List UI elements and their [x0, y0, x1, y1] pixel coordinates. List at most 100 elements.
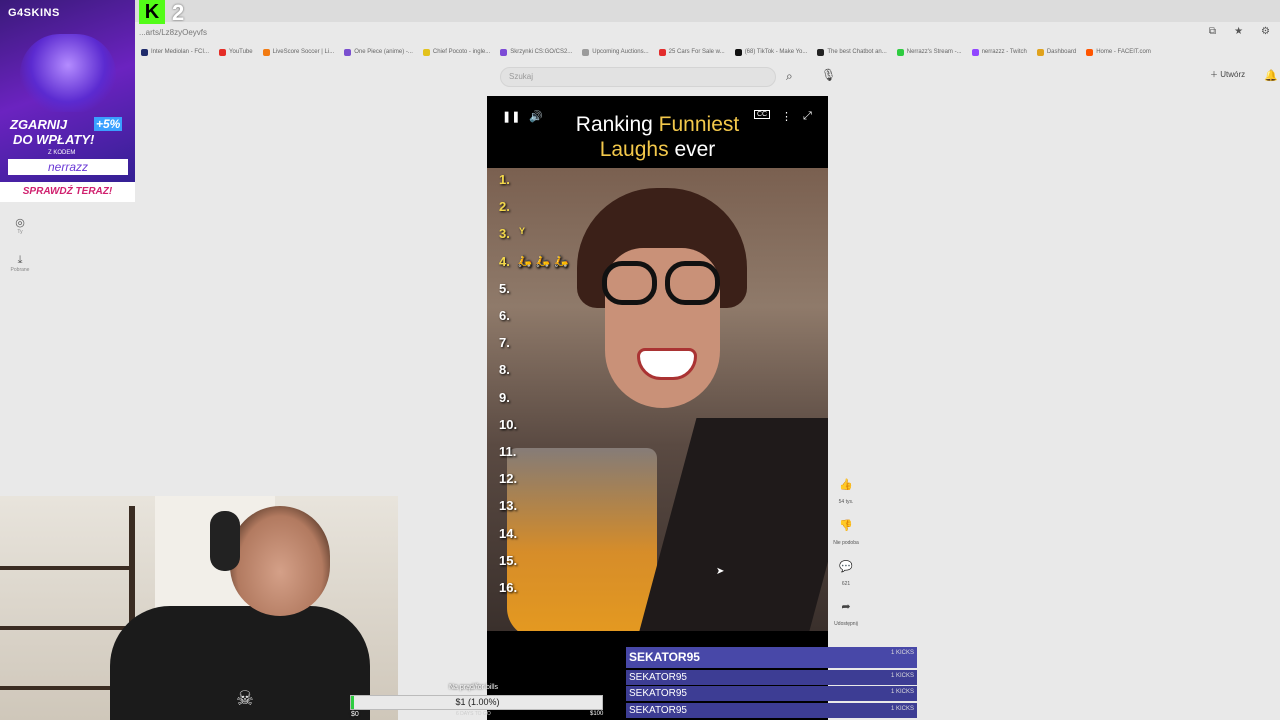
shirt-logo-icon: ☠	[236, 688, 254, 710]
bookmark-item[interactable]: Chief Pocoto - ingle...	[422, 48, 491, 56]
bookmark-label: One Piece (anime) -...	[354, 49, 413, 55]
like-count: 54 tys.	[838, 499, 854, 505]
bookmark-item[interactable]: One Piece (anime) -...	[344, 48, 413, 56]
thumbs-up-icon: 👍	[839, 479, 853, 491]
bookmark-label: Nerrazz's Stream -...	[906, 49, 962, 55]
rank-number: 16.	[499, 580, 518, 595]
kick-username: SEKATOR95	[629, 705, 687, 716]
sponsor-logo: G4SKINS	[8, 7, 60, 19]
search-input[interactable]: Szukaj	[500, 67, 776, 87]
ad-headline: ZGARNIJ	[10, 117, 68, 132]
browser-tab-bar	[0, 0, 1280, 22]
bookmark-label: Chief Pocoto - ingle...	[432, 49, 491, 55]
title-highlight: Laughs	[599, 138, 669, 161]
rank-number: 4.	[499, 253, 510, 269]
pause-icon[interactable]: ❚❚	[502, 110, 520, 123]
address-bar[interactable]: ...arts/Lz8zyOeyvfs	[135, 24, 1280, 42]
title-part: ever	[668, 138, 716, 161]
bookmark-item[interactable]: The best Chatbot an...	[817, 48, 887, 56]
sponsor-ad-banner[interactable]: G4SKINS ZGARNIJ +5% DO WPŁATY! Z KODEM n…	[0, 0, 135, 202]
goal-title: Na prąd/for bills	[449, 684, 499, 691]
dislike-button[interactable]: 👎 Nie podoba	[830, 519, 862, 546]
streamer-webcam: ☠	[0, 496, 398, 720]
create-label: Utwórz	[1220, 70, 1246, 79]
like-button[interactable]: 👍 54 tys.	[830, 478, 862, 505]
sidebar-item-you[interactable]: ◎ Ty	[6, 216, 34, 235]
download-icon: ⤓	[17, 254, 23, 266]
bookmark-label: YouTube	[229, 49, 253, 55]
kick-alert-row: SEKATOR95 1 KICKS	[626, 670, 917, 685]
bookmark-label: LiveScore Soccer | Li...	[272, 49, 335, 55]
bookmark-item[interactable]: YouTube	[219, 48, 253, 56]
rank-number: 1.	[499, 172, 510, 187]
bookmark-item[interactable]: Upcoming Auctions...	[582, 48, 649, 56]
bookmark-label: Skrzynki CS:GO/CS2...	[510, 49, 573, 55]
cast-icon[interactable]: ⧉	[1209, 26, 1216, 37]
ad-cta-button[interactable]: SPRAWDŹ TERAZ!	[0, 182, 135, 202]
kick-alert-row: SEKATOR95 1 KICKS	[626, 703, 917, 718]
bookmark-item[interactable]: 25 Cars For Sale w...	[658, 48, 725, 56]
goal-progress-bar: $1 (1.00%)	[350, 695, 603, 710]
glasses-right	[665, 261, 720, 305]
thumbs-down-icon: 👎	[839, 520, 853, 532]
bookmark-star-icon[interactable]: ★	[1234, 26, 1243, 37]
rank-number: 2.	[499, 199, 510, 215]
bookmarks-bar: Inter Mediolan - FCI... YouTube LiveScore …	[135, 44, 1280, 60]
bookmark-item[interactable]: Skrzynki CS:GO/CS2...	[500, 48, 573, 56]
kick-count: 1 KICKS	[890, 706, 914, 712]
captions-icon[interactable]: CC	[754, 110, 771, 119]
bookmark-item[interactable]: LiveScore Soccer | Li...	[262, 48, 335, 56]
kick-username: SEKATOR95	[629, 672, 687, 683]
kick-count: 1 KICKS	[890, 650, 914, 656]
bookmark-favicon-icon	[734, 48, 742, 56]
bookmark-label: Home - FACEIT.com	[1096, 49, 1151, 55]
more-options-icon[interactable]: ⋮	[781, 110, 792, 123]
microphone-icon[interactable]: 🎙	[821, 68, 836, 82]
bookmark-label: Dashboard	[1046, 49, 1077, 55]
comment-icon: 💬	[839, 561, 853, 573]
rank-number: 6.	[499, 308, 510, 323]
goal-min: $0	[351, 711, 359, 718]
rank-number: 10.	[499, 416, 518, 432]
bookmark-favicon-icon	[1036, 48, 1044, 56]
rank-4-scooter-emojis: 🛵 🛵 🛵	[517, 253, 569, 268]
extensions-icon[interactable]: ⚙	[1261, 26, 1270, 37]
ad-code-label: Z KODEM	[48, 150, 76, 156]
rank-number: 11.	[499, 444, 517, 459]
notifications-bell-icon[interactable]: 🔔	[1264, 69, 1278, 82]
bookmark-item[interactable]: Inter Mediolan - FCI...	[141, 48, 209, 56]
fullscreen-icon[interactable]: ⤢	[803, 110, 812, 123]
search-icon[interactable]: ⌕	[786, 69, 793, 84]
bookmark-favicon-icon	[141, 48, 148, 56]
share-button[interactable]: ➦ Udostępnij	[830, 600, 862, 627]
volume-icon[interactable]: 🔊	[529, 110, 543, 123]
create-button[interactable]: ＋ Utwórz	[1210, 69, 1245, 80]
comments-button[interactable]: 💬 621	[830, 560, 862, 587]
shorts-video-player[interactable]: Ranking Funniest Laughs ever ❚❚ 🔊 CC ⋮ ⤢…	[487, 96, 828, 720]
bookmark-item[interactable]: Nerrazz's Stream -...	[896, 48, 962, 56]
bookmark-favicon-icon	[582, 48, 590, 56]
bookmark-favicon-icon	[219, 48, 227, 56]
sidebar-item-downloads[interactable]: ⤓ Pobrane	[6, 254, 34, 273]
sidebar-item-label: Ty	[17, 229, 23, 235]
rank-3-extra: Y	[519, 226, 526, 237]
bookmark-label: (68) TikTok - Make Yo...	[744, 49, 808, 55]
bookmark-item[interactable]: Dashboard	[1036, 48, 1077, 56]
headset	[210, 511, 240, 571]
bookmark-label: Upcoming Auctions...	[592, 49, 649, 55]
account-icon: ◎	[15, 217, 25, 229]
drink-glass	[507, 448, 657, 631]
ad-headline-2: DO WPŁATY!	[13, 132, 95, 147]
ad-percent-badge: +5%	[94, 117, 123, 131]
bookmark-item[interactable]: nerrazzz - Twitch	[971, 48, 1027, 56]
bookmark-item[interactable]: Home - FACEIT.com	[1086, 48, 1151, 56]
kick-alert-row: SEKATOR95 1 KICKS	[626, 647, 917, 668]
kick-logo-icon: K	[139, 0, 165, 24]
bookmark-item[interactable]: (68) TikTok - Make Yo...	[734, 48, 808, 56]
rank-number: 9.	[499, 389, 510, 405]
streamer-head	[230, 506, 330, 616]
glasses-left	[602, 261, 657, 305]
bookmark-favicon-icon	[422, 48, 430, 56]
title-part: Ranking	[575, 113, 659, 136]
rank-number: 7.	[499, 335, 510, 351]
